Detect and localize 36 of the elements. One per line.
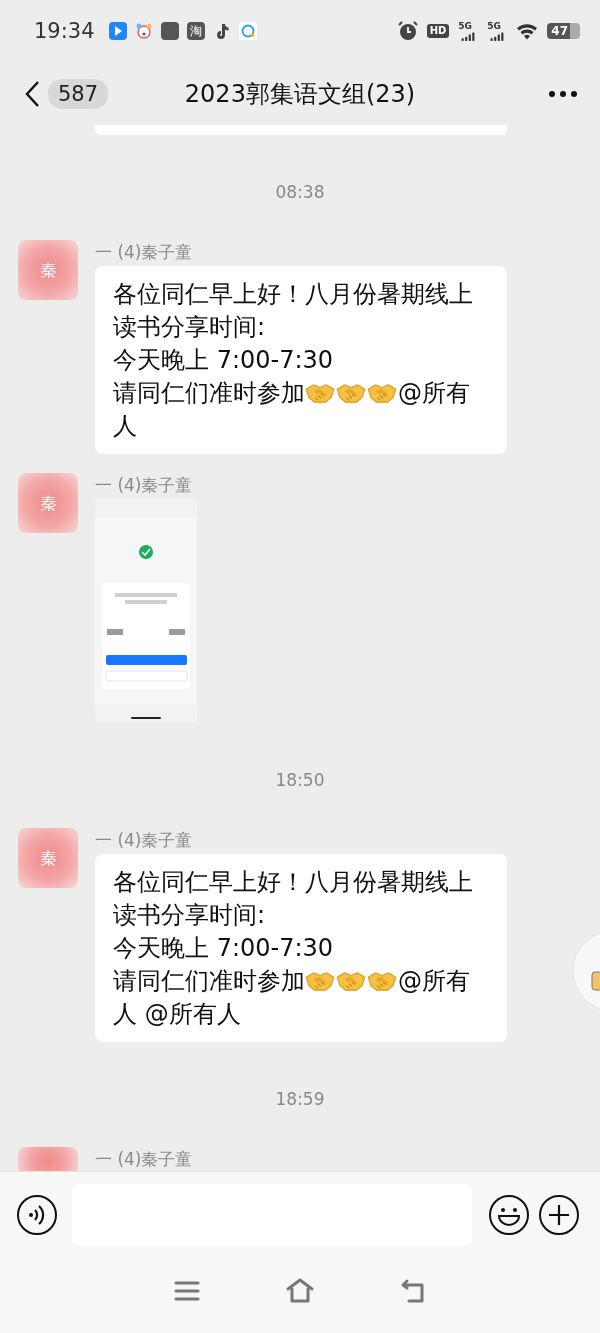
handshake-icon <box>336 970 366 992</box>
avatar[interactable]: 秦 <box>18 240 78 300</box>
home-icon[interactable] <box>286 1277 314 1305</box>
handshake-icon <box>305 970 335 992</box>
hd-indicator: HD <box>426 24 450 38</box>
battery-indicator: 47 <box>547 22 580 40</box>
message-text: 各位同仁早上好！八月份暑期线上读书分享时间: 今天晚上 7:00-7:30 请同仁们准时参加 @所有人 <box>113 279 474 442</box>
more-icon[interactable] <box>548 89 578 98</box>
status-time: 19:34 <box>34 19 95 43</box>
alarm-icon <box>397 21 418 41</box>
handshake-icon <box>367 382 397 404</box>
app-icon: 淘 <box>186 22 205 40</box>
app-icon <box>108 22 127 40</box>
emoji-icon[interactable] <box>488 1193 530 1236</box>
handshake-icon <box>336 382 366 404</box>
sender-name: 一 (4)秦子童 <box>95 474 193 497</box>
chat-title: 2023郭集语文组(23) <box>184 79 416 108</box>
app-icon <box>134 22 153 40</box>
message-time: 18:59 <box>275 1088 325 1111</box>
sender-name: 一 (4)秦子童 <box>95 829 193 852</box>
wifi-icon <box>516 22 539 40</box>
sender-name: 一 (4)秦子童 <box>95 1148 193 1171</box>
message-time: 18:50 <box>275 769 325 792</box>
unread-count-badge[interactable]: 587 <box>48 78 109 109</box>
plus-icon[interactable] <box>538 1193 580 1236</box>
app-icon <box>160 22 179 40</box>
message-time: 08:38 <box>275 181 325 204</box>
handshake-icon <box>305 382 335 404</box>
back-icon[interactable] <box>24 79 40 108</box>
chat-icon <box>238 22 257 40</box>
handshake-icon <box>367 970 397 992</box>
message-text: 各位同仁早上好！八月份暑期线上读书分享时间: 今天晚上 7:00-7:30 请同仁们准时参加 @所有人 @所有人 <box>113 867 474 1030</box>
sender-name: 一 (4)秦子童 <box>95 241 193 264</box>
avatar[interactable]: 秦 <box>18 828 78 888</box>
avatar[interactable]: 秦 <box>18 473 78 533</box>
voice-icon[interactable] <box>16 1193 58 1236</box>
